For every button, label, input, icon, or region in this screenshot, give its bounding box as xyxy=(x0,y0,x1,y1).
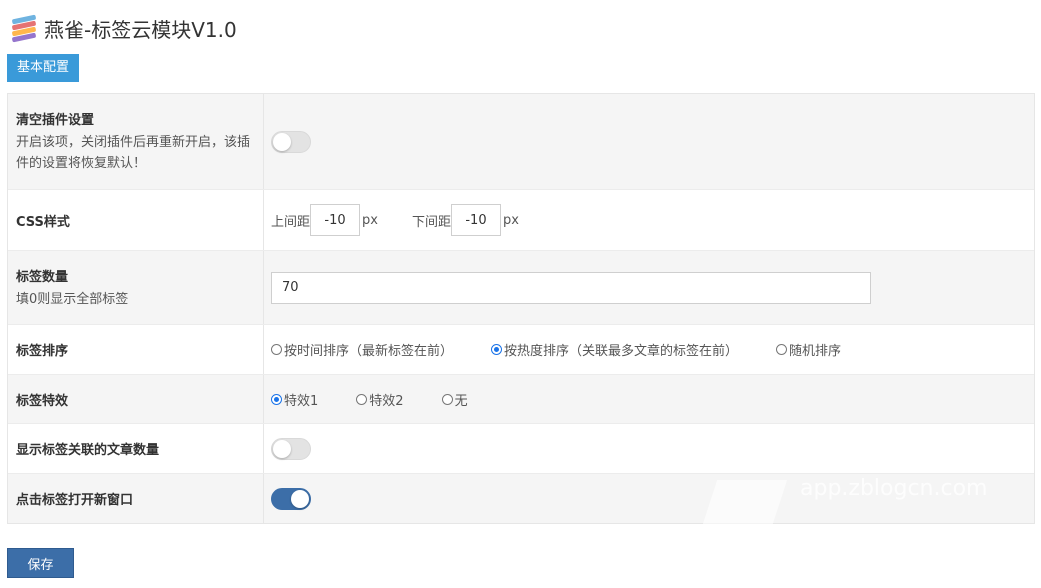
effect-1-radio[interactable]: 特效1 xyxy=(271,390,318,409)
tag-count-label: 标签数量 xyxy=(16,269,69,285)
bottom-margin-unit: px xyxy=(502,212,519,228)
row-open-new-window: 点击标签打开新窗口 xyxy=(8,474,1034,523)
effect-2-radio[interactable]: 特效2 xyxy=(356,390,404,409)
reset-settings-toggle[interactable] xyxy=(271,130,311,153)
page-header: 燕雀-标签云模块V1.0 xyxy=(10,12,237,44)
top-margin-label: 上间距 xyxy=(271,214,311,230)
sort-by-popularity-radio[interactable]: 按热度排序（关联最多文章的标签在前） xyxy=(491,340,738,359)
effect-none-radio[interactable]: 无 xyxy=(441,390,468,409)
row-reset-settings: 清空插件设置 开启该项，关闭插件后再重新开启，该插件的设置将恢复默认！ xyxy=(8,94,1034,190)
bottom-margin-label: 下间距 xyxy=(411,214,451,230)
save-button[interactable]: 保存 xyxy=(7,548,74,578)
top-margin-unit: px xyxy=(362,212,378,228)
css-style-label: CSS样式 xyxy=(16,214,70,230)
tab-basic-config[interactable]: 基本配置 xyxy=(7,54,80,82)
row-tag-sort: 标签排序 按时间排序（最新标签在前） 按热度排序（关联最多文章的标签在前） 随机… xyxy=(8,325,1034,375)
row-tag-effect: 标签特效 特效1 特效2 无 xyxy=(8,375,1034,424)
top-margin-input[interactable] xyxy=(310,204,361,236)
settings-table: 清空插件设置 开启该项，关闭插件后再重新开启，该插件的设置将恢复默认！ CSS样… xyxy=(7,93,1035,524)
tag-count-desc: 填0则显示全部标签 xyxy=(16,291,129,307)
row-show-article-count: 显示标签关联的文章数量 xyxy=(8,424,1034,474)
sort-random-radio[interactable]: 随机排序 xyxy=(776,340,841,359)
tag-sort-label: 标签排序 xyxy=(16,344,69,359)
row-css-style: CSS样式 上间距 px 下间距 px xyxy=(8,190,1034,251)
page-title: 燕雀-标签云模块V1.0 xyxy=(44,17,237,42)
reset-settings-label: 清空插件设置 xyxy=(16,113,95,128)
tag-effect-label: 标签特效 xyxy=(16,393,69,409)
open-new-window-toggle[interactable] xyxy=(271,487,311,510)
show-article-count-toggle[interactable] xyxy=(271,437,311,460)
tag-count-input[interactable] xyxy=(271,271,871,304)
open-new-window-label: 点击标签打开新窗口 xyxy=(16,493,134,508)
reset-settings-desc: 开启该项，关闭插件后再重新开启，该插件的设置将恢复默认！ xyxy=(16,135,251,171)
row-tag-count: 标签数量 填0则显示全部标签 xyxy=(8,251,1034,325)
sort-by-time-radio[interactable]: 按时间排序（最新标签在前） xyxy=(271,340,453,359)
show-article-count-label: 显示标签关联的文章数量 xyxy=(16,443,160,458)
tag-stack-icon xyxy=(10,14,38,43)
bottom-margin-input[interactable] xyxy=(450,204,501,236)
